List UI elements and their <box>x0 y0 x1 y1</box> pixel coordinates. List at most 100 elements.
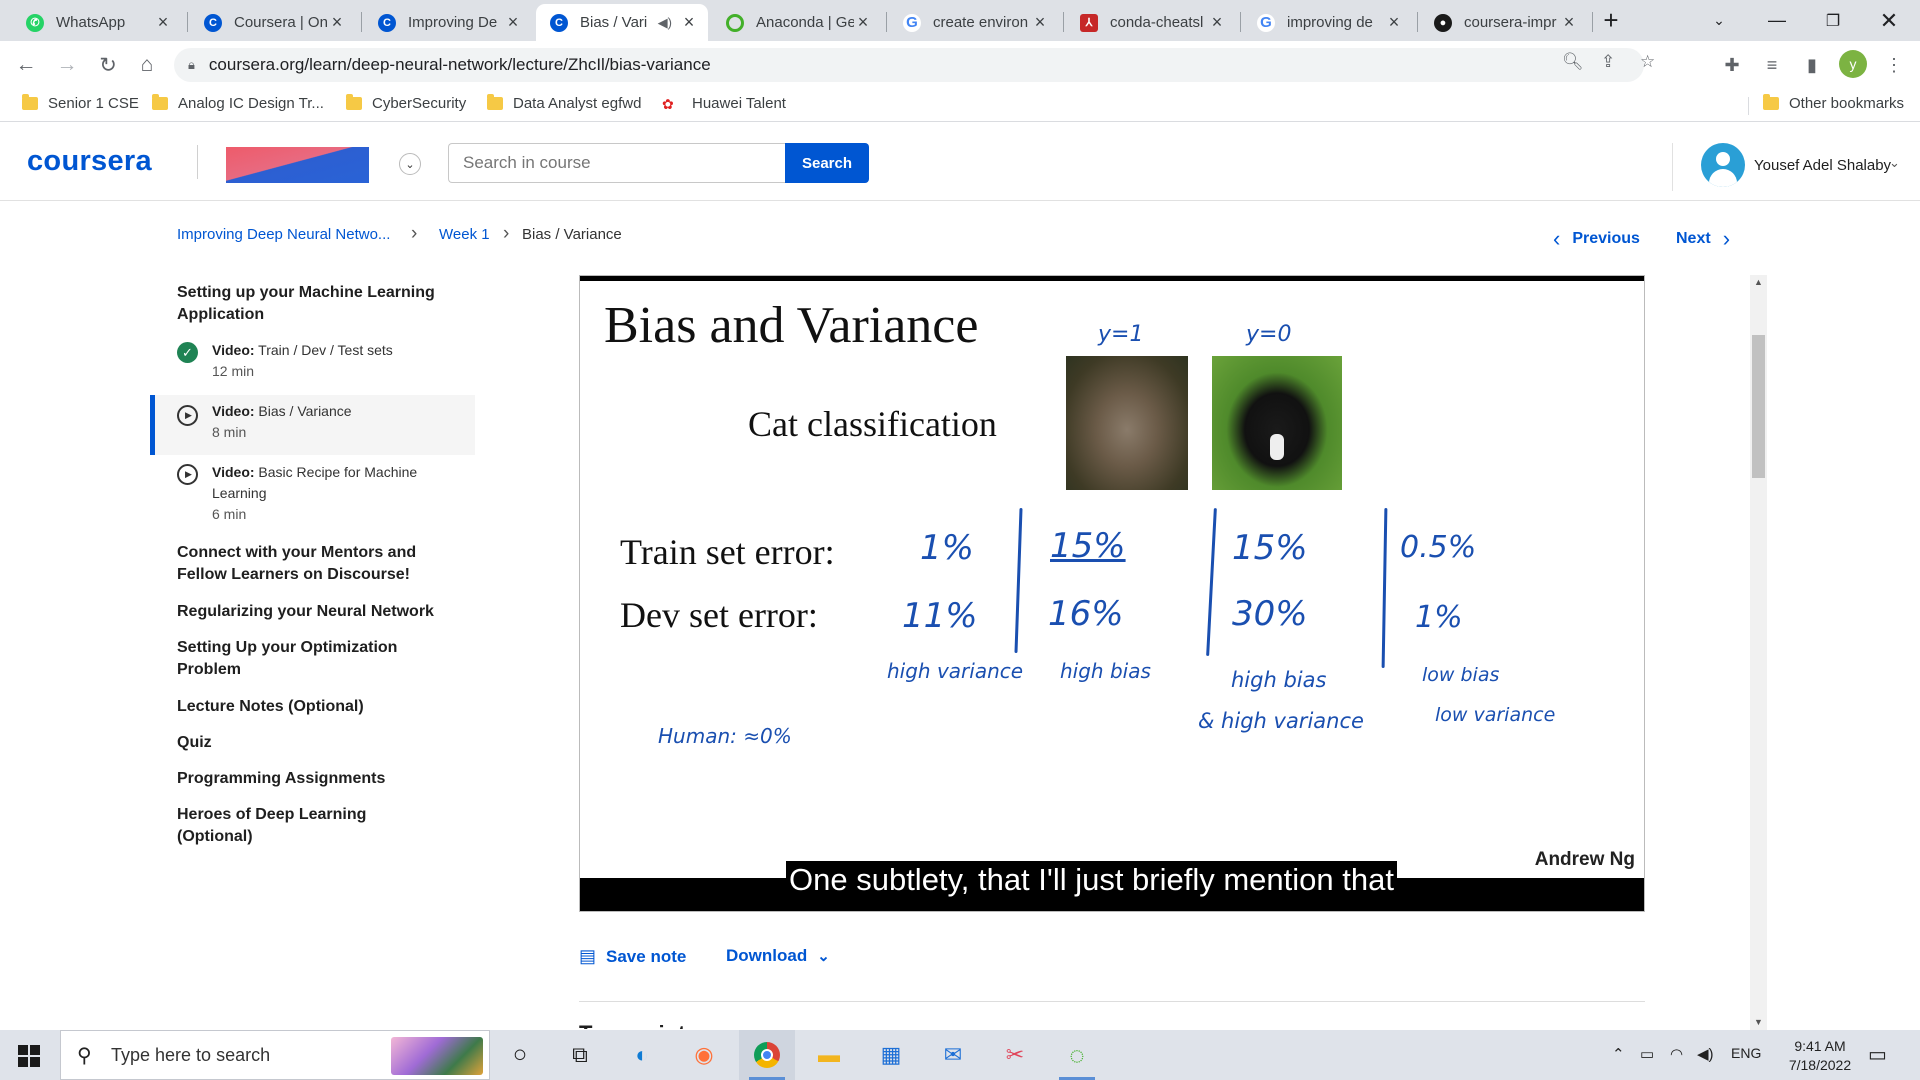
minimize-icon[interactable]: — <box>1754 0 1800 41</box>
bookmark-senior-cse[interactable]: Senior 1 CSE <box>22 94 139 112</box>
forward-icon[interactable]: → <box>51 49 83 81</box>
anaconda-app-icon[interactable]: ◌ <box>1049 1030 1105 1080</box>
chevron-down-icon[interactable]: ⌄ <box>1889 155 1900 171</box>
page-scrollbar[interactable]: ▲ ▼ <box>1750 275 1767 1030</box>
coursera-logo[interactable]: coursera <box>27 145 152 178</box>
course-search-input[interactable] <box>448 143 785 183</box>
cortana-icon[interactable]: ○ <box>492 1030 548 1080</box>
bookmark-other[interactable]: Other bookmarks <box>1763 94 1904 112</box>
section-optimization[interactable]: Setting Up your Optimization Problem <box>177 637 427 681</box>
chrome-icon[interactable] <box>739 1030 795 1080</box>
reload-icon[interactable]: ↻ <box>92 49 124 81</box>
breadcrumb-week[interactable]: Week 1 <box>439 226 490 243</box>
microsoft-store-icon[interactable]: ▦ <box>863 1030 919 1080</box>
back-icon[interactable]: ← <box>10 49 42 81</box>
tab-separator <box>1417 12 1418 32</box>
section-ml-application[interactable]: Setting up your Machine Learning Applica… <box>177 282 467 326</box>
tab-conda-cheatsheet[interactable]: ⅄ conda-cheatsl × <box>1066 4 1236 41</box>
mail-icon[interactable]: ✉ <box>925 1030 981 1080</box>
download-button[interactable]: Download ⌄ <box>726 946 830 966</box>
windows-taskbar: ⚲ Type here to search ○ ⧉ ◐ ◉ ▬ ▦ ✉ ✂ ◌ … <box>0 1030 1920 1080</box>
lesson-item-current[interactable]: ▶ Video: Bias / Variance 8 min <box>150 395 475 455</box>
section-programming[interactable]: Programming Assignments <box>177 768 467 790</box>
scrollbar-thumb[interactable] <box>1752 335 1765 478</box>
breadcrumb-course[interactable]: Improving Deep Neural Netwo... <box>177 226 390 243</box>
restore-icon[interactable]: ❐ <box>1810 0 1856 41</box>
video-player[interactable]: Bias and Variance y=1 y=0 Cat classifica… <box>579 275 1645 912</box>
profile-avatar[interactable]: y <box>1839 50 1867 78</box>
tab-bias-variance[interactable]: C Bias / Vari ◀) × <box>536 4 708 41</box>
tab-coursera[interactable]: C Coursera | Onl × <box>190 4 356 41</box>
close-icon[interactable]: × <box>504 12 522 33</box>
close-icon[interactable]: × <box>1560 12 1578 33</box>
tab-github[interactable]: ● coursera-impr × <box>1420 4 1588 41</box>
video-top-bar <box>580 276 1644 281</box>
extensions-icon[interactable]: ✚ <box>1716 49 1748 81</box>
close-icon[interactable]: × <box>854 12 872 33</box>
task-view-icon[interactable]: ⧉ <box>552 1030 608 1080</box>
save-note-button[interactable]: ▤ Save note <box>579 946 686 967</box>
close-icon[interactable]: × <box>154 12 172 33</box>
chevron-up-icon[interactable]: ⌃ <box>1612 1045 1625 1063</box>
speaker-icon[interactable]: ◀) <box>658 15 672 31</box>
side-panel-icon[interactable]: ▮ <box>1796 49 1828 81</box>
language-indicator[interactable]: ENG <box>1731 1045 1761 1061</box>
tab-search-icon[interactable]: ⌄ <box>1696 0 1742 41</box>
close-icon[interactable]: × <box>328 12 346 33</box>
menu-icon[interactable]: ⋮ <box>1878 49 1910 81</box>
tab-create-environ[interactable]: G create environ × <box>889 4 1059 41</box>
address-bar[interactable]: 🔒︎ coursera.org/learn/deep-neural-networ… <box>174 48 1655 82</box>
home-icon[interactable]: ⌂ <box>131 49 163 81</box>
system-clock[interactable]: 9:41 AM 7/18/2022 <box>1775 1037 1865 1075</box>
share-icon[interactable]: ⇪ <box>1601 52 1615 72</box>
tab-anaconda[interactable]: Anaconda | Ge × <box>712 4 882 41</box>
file-explorer-icon[interactable]: ▬ <box>801 1030 857 1080</box>
search-button[interactable]: Search <box>785 143 869 183</box>
close-icon[interactable]: × <box>680 12 698 33</box>
firefox-icon[interactable]: ◉ <box>676 1030 732 1080</box>
battery-icon[interactable]: ▭ <box>1640 1045 1654 1063</box>
tab-title: conda-cheatsl <box>1110 14 1204 31</box>
scroll-down-icon[interactable]: ▼ <box>1754 1017 1763 1027</box>
deeplearning-ai-logo[interactable] <box>226 147 369 183</box>
next-button[interactable]: Next › <box>1676 226 1730 252</box>
user-avatar[interactable] <box>1701 143 1745 187</box>
bookmark-huawei-talent[interactable]: ✿ Huawei Talent <box>662 95 786 112</box>
snipping-tool-icon[interactable]: ✂ <box>987 1030 1043 1080</box>
user-name[interactable]: Yousef Adel Shalaby <box>1754 157 1891 174</box>
bookmark-data-analyst[interactable]: Data Analyst egfwd <box>487 94 641 112</box>
tab-improving-google[interactable]: G improving de × <box>1243 4 1413 41</box>
slide-subtitle: Cat classification <box>748 404 997 444</box>
close-icon[interactable]: × <box>1385 12 1403 33</box>
section-lecture-notes[interactable]: Lecture Notes (Optional) <box>177 696 467 718</box>
next-label: Next <box>1676 230 1711 247</box>
close-icon[interactable]: × <box>1031 12 1049 33</box>
lesson-item[interactable]: ✓ Video: Train / Dev / Test sets 12 min <box>150 338 475 394</box>
star-icon[interactable]: ☆ <box>1640 52 1655 72</box>
edge-icon[interactable]: ◐ <box>614 1030 670 1080</box>
section-regularizing[interactable]: Regularizing your Neural Network <box>177 601 467 623</box>
scroll-up-icon[interactable]: ▲ <box>1754 277 1763 287</box>
close-window-icon[interactable]: ✕ <box>1866 0 1912 41</box>
coursera-icon: C <box>378 13 396 32</box>
volume-icon[interactable]: ◀) <box>1697 1045 1714 1063</box>
tab-whatsapp[interactable]: ✆ WhatsApp × <box>12 4 182 41</box>
section-heroes[interactable]: Heroes of Deep Learning (Optional) <box>177 804 407 848</box>
wifi-icon[interactable]: ◠ <box>1670 1045 1683 1063</box>
section-quiz[interactable]: Quiz <box>177 732 467 754</box>
new-tab-button[interactable]: + <box>1588 0 1634 41</box>
windows-start-icon[interactable] <box>18 1045 40 1067</box>
bookmark-cybersecurity[interactable]: CyberSecurity <box>346 94 466 112</box>
section-mentors[interactable]: Connect with your Mentors and Fellow Lea… <box>177 542 467 586</box>
media-control-icon[interactable]: ≡ <box>1756 49 1788 81</box>
bookmark-analog-ic[interactable]: Analog IC Design Tr... <box>152 94 324 112</box>
notifications-icon[interactable]: ▭ <box>1868 1042 1887 1067</box>
lesson-name: Bias / Variance <box>258 403 352 419</box>
zoom-icon[interactable]: 🔍︎ <box>1562 52 1584 72</box>
chevron-down-icon[interactable]: ⌄ <box>399 153 421 175</box>
close-icon[interactable]: × <box>1208 12 1226 33</box>
taskbar-search[interactable]: ⚲ Type here to search <box>60 1030 490 1080</box>
lesson-item[interactable]: ▶ Video: Basic Recipe for Machine Learni… <box>150 460 475 536</box>
previous-button[interactable]: ‹ Previous <box>1553 226 1640 252</box>
tab-improving[interactable]: C Improving De × <box>364 4 532 41</box>
